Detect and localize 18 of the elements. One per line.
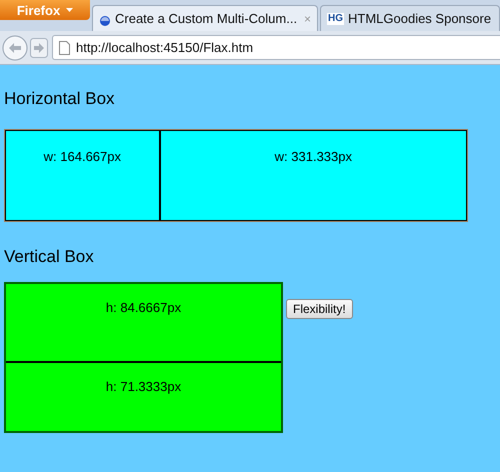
flexibility-button[interactable]: Flexibility!	[286, 299, 353, 319]
page-icon	[59, 40, 70, 54]
browser-tab[interactable]: HG HTMLGoodies Sponsore	[320, 5, 500, 31]
box-cell: h: 71.3333px	[6, 363, 281, 431]
browser-tab[interactable]: Create a Custom Multi-Colum... ×	[92, 5, 318, 31]
box-cell: w: 164.667px	[6, 131, 159, 220]
section-heading: Vertical Box	[4, 247, 95, 267]
caret-icon	[66, 8, 74, 12]
box-cell: h: 84.6667px	[6, 284, 281, 362]
address-bar[interactable]: http://localhost:45150/Flax.htm	[52, 35, 500, 60]
forward-button[interactable]	[30, 38, 48, 58]
section-heading: Horizontal Box	[4, 89, 116, 109]
tab-title: Create a Custom Multi-Colum...	[115, 11, 298, 26]
tab-title: HTMLGoodies Sponsore	[348, 11, 492, 26]
url-text: http://localhost:45150/Flax.htm	[76, 40, 254, 55]
box-cell: w: 331.333px	[160, 131, 466, 220]
back-button[interactable]	[2, 34, 28, 60]
site-favicon: HG	[327, 12, 344, 24]
